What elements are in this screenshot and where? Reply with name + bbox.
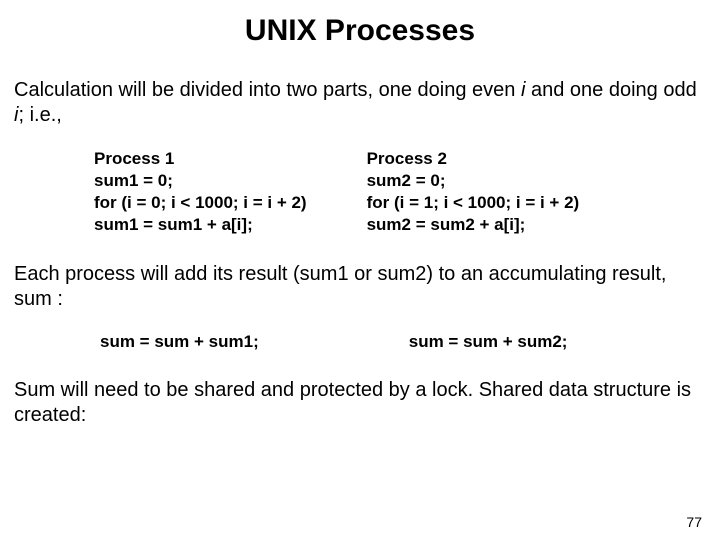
- intro-paragraph: Calculation will be divided into two par…: [14, 78, 706, 128]
- sum-row: sum = sum + sum1; sum = sum + sum2;: [14, 332, 706, 352]
- sum-process-1: sum = sum + sum1;: [100, 332, 259, 352]
- paragraph-2: Each process will add its result (sum1 o…: [14, 262, 706, 312]
- code-process-2: Process 2 sum2 = 0; for (i = 1; i < 1000…: [367, 148, 580, 236]
- sum-process-2: sum = sum + sum2;: [409, 332, 568, 352]
- intro-text-c: ; i.e.,: [18, 104, 61, 126]
- intro-text-a: Calculation will be divided into two par…: [14, 79, 521, 101]
- page-title: UNIX Processes: [14, 14, 706, 48]
- code-process-1: Process 1 sum1 = 0; for (i = 0; i < 1000…: [94, 148, 307, 236]
- intro-text-b: and one doing odd: [525, 79, 696, 101]
- slide: UNIX Processes Calculation will be divid…: [0, 0, 720, 540]
- page-number: 77: [686, 514, 702, 530]
- paragraph-3: Sum will need to be shared and protected…: [14, 378, 706, 428]
- code-row: Process 1 sum1 = 0; for (i = 0; i < 1000…: [14, 148, 706, 236]
